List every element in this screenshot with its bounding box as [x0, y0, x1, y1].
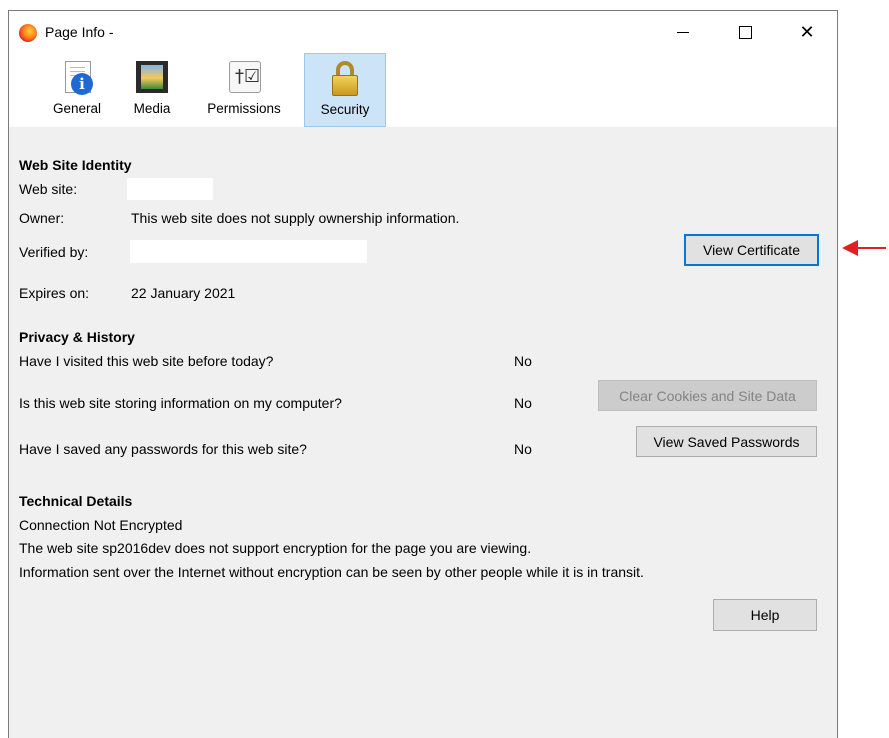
red-arrow-annotation [842, 238, 888, 258]
visited-question: Have I visited this web site before toda… [19, 353, 274, 369]
visited-answer: No [514, 353, 532, 369]
tab-permissions-label: Permissions [207, 101, 281, 116]
verified-by-field [130, 240, 367, 263]
lock-icon [327, 60, 363, 98]
owner-value: This web site does not supply ownership … [131, 210, 460, 226]
security-panel: Web Site Identity Web site: Owner: This … [9, 127, 837, 738]
help-button[interactable]: Help [713, 599, 817, 631]
minimize-icon [677, 31, 689, 33]
website-label: Web site: [19, 181, 78, 197]
tab-media-label: Media [133, 101, 171, 116]
arrow-shaft [856, 247, 886, 249]
passwords-answer: No [514, 441, 532, 457]
tab-security[interactable]: Security [304, 53, 386, 127]
technical-heading: Technical Details [19, 493, 133, 509]
technical-line-1: Connection Not Encrypted [19, 517, 183, 533]
view-saved-passwords-button[interactable]: View Saved Passwords [636, 426, 817, 457]
technical-line-3: Information sent over the Internet witho… [19, 564, 644, 580]
owner-label: Owner: [19, 210, 65, 226]
close-icon: ✕ [799, 22, 815, 42]
minimize-button[interactable] [660, 17, 706, 47]
view-certificate-button[interactable]: View Certificate [684, 234, 819, 266]
info-icon: i [59, 59, 95, 97]
maximize-button[interactable] [722, 17, 768, 47]
storing-answer: No [514, 395, 532, 411]
page-info-toolbar: i General Media †☑ Permissions Security [9, 53, 837, 127]
verified-by-label: Verified by: [19, 244, 89, 260]
identity-heading: Web Site Identity [19, 157, 132, 173]
tab-security-label: Security [320, 102, 370, 117]
tab-media[interactable]: Media [124, 53, 180, 127]
storing-question: Is this web site storing information on … [19, 395, 342, 411]
title-bar[interactable]: Page Info - ✕ [9, 11, 837, 53]
expires-value: 22 January 2021 [131, 285, 236, 301]
expires-label: Expires on: [19, 285, 90, 301]
tab-general[interactable]: i General [45, 53, 109, 127]
media-icon [134, 59, 170, 97]
close-button[interactable]: ✕ [784, 17, 830, 47]
window-title: Page Info - [45, 24, 114, 40]
technical-line-2: The web site sp2016dev does not support … [19, 540, 532, 556]
firefox-icon [19, 24, 37, 42]
tab-permissions[interactable]: †☑ Permissions [195, 53, 293, 127]
passwords-question: Have I saved any passwords for this web … [19, 441, 307, 457]
maximize-icon [738, 25, 752, 39]
clear-cookies-button[interactable]: Clear Cookies and Site Data [598, 380, 817, 411]
page-info-window: Page Info - ✕ i General Media †☑ Permiss… [8, 10, 838, 738]
website-value-field [127, 178, 213, 200]
permissions-icon: †☑ [226, 59, 262, 97]
privacy-heading: Privacy & History [19, 329, 135, 345]
tab-general-label: General [52, 101, 102, 116]
